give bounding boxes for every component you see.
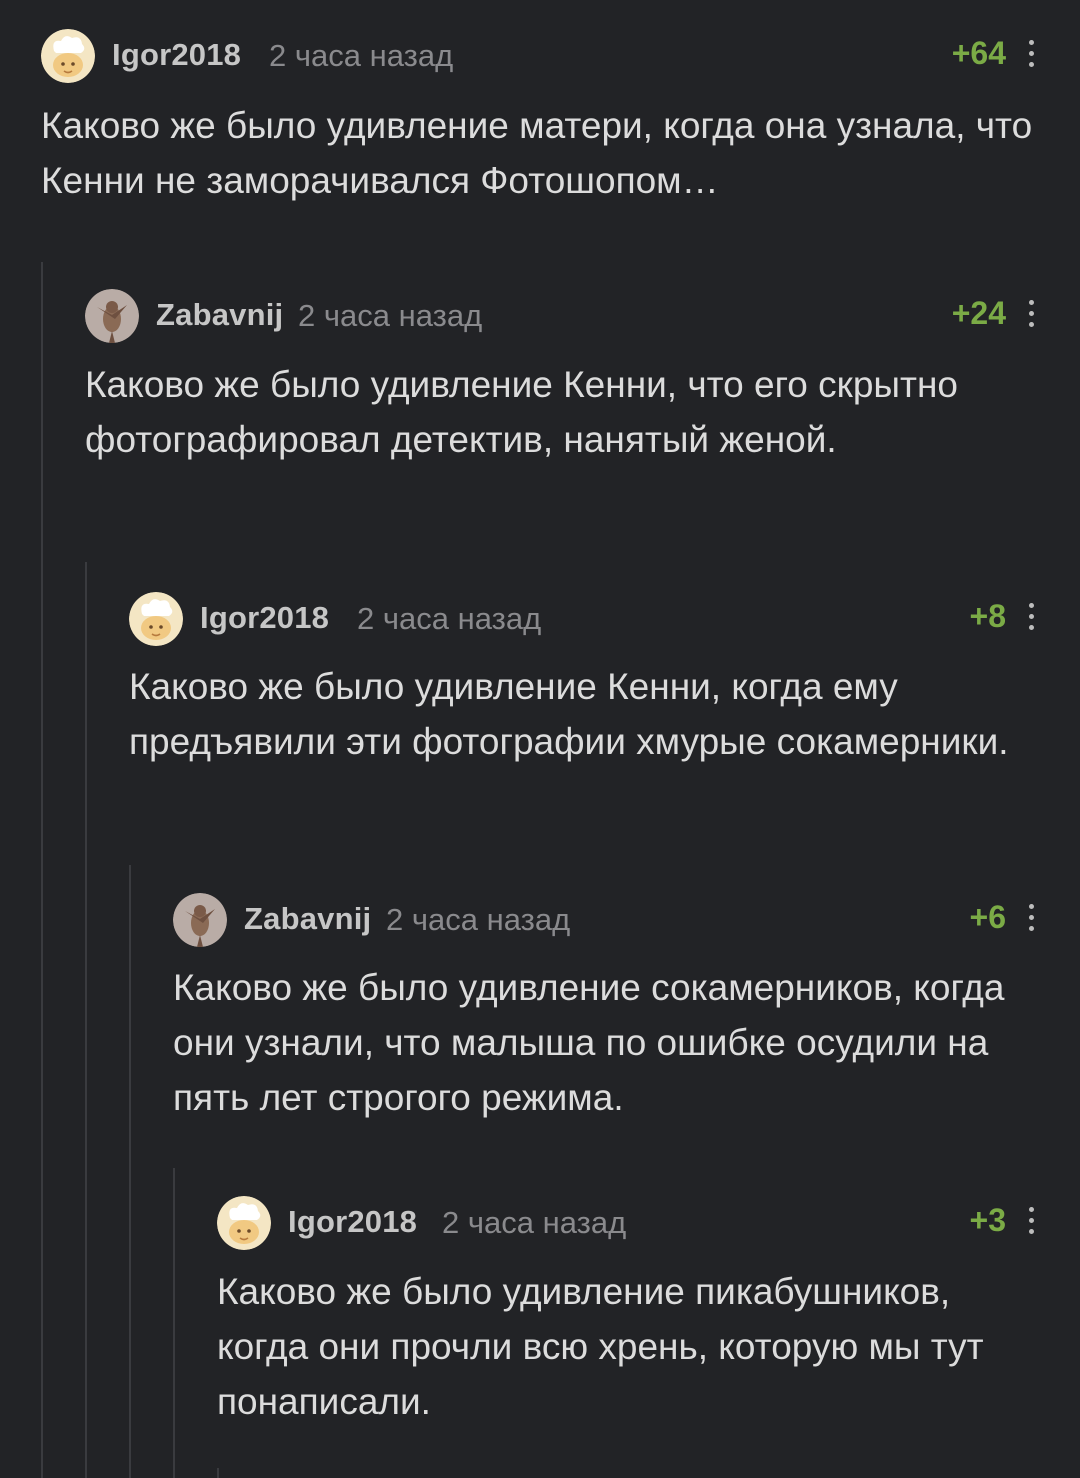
comment-author[interactable]: Zabavnij	[244, 901, 371, 937]
comment-rating: +6	[969, 899, 1006, 935]
comment-text: Каково же было удивление сокамерников, к…	[173, 967, 1005, 1118]
comment: Zabavnij 2 часа назад +24 Каково же было…	[85, 289, 1036, 467]
more-options-icon[interactable]	[1026, 299, 1036, 331]
comment-thread: Igor2018 2 часа назад +64 Каково же было…	[0, 0, 1080, 1478]
comment: Zabavnij 2 часа назад +6 Каково же было …	[173, 893, 1036, 1125]
comment-time: 2 часа назад	[386, 902, 571, 937]
thread-branch-line[interactable]	[41, 262, 43, 1478]
thread-branch-line[interactable]	[173, 1168, 175, 1478]
comment: Igor2018 2 часа назад +64 Каково же было…	[41, 29, 1036, 208]
comment-text: Каково же было удивление Кенни, что его …	[85, 364, 958, 460]
comment-rating: +8	[969, 598, 1006, 634]
comment-rating: +3	[969, 1202, 1006, 1238]
comment-text: Каково же было удивление Кенни, когда ем…	[129, 666, 1009, 762]
bird-avatar-icon[interactable]	[85, 289, 139, 343]
comment-header: Igor2018 2 часа назад +64	[41, 29, 1036, 85]
comment-rating: +64	[951, 35, 1006, 71]
comment-author[interactable]: Igor2018	[200, 600, 329, 636]
comment-author[interactable]: Zabavnij	[156, 297, 283, 333]
comment-time: 2 часа назад	[298, 298, 483, 333]
thread-branch-line[interactable]	[217, 1468, 219, 1478]
thread-branch-line[interactable]	[129, 865, 131, 1478]
comment-text: Каково же было удивление пикабушников, к…	[217, 1271, 984, 1422]
comment-time: 2 часа назад	[442, 1205, 627, 1240]
thread-branch-line[interactable]	[85, 562, 87, 1478]
bird-avatar-icon[interactable]	[173, 893, 227, 947]
comment-header: Zabavnij 2 часа назад +6	[173, 893, 1036, 949]
comment-text: Каково же было удивление матери, когда о…	[41, 105, 1033, 201]
more-options-icon[interactable]	[1026, 39, 1036, 71]
more-options-icon[interactable]	[1026, 903, 1036, 935]
comment: Igor2018 2 часа назад +3 Каково же было …	[217, 1196, 1036, 1429]
comment: Igor2018 2 часа назад +8 Каково же было …	[129, 592, 1036, 769]
comment-author[interactable]: Igor2018	[112, 37, 241, 73]
comment-rating: +24	[951, 295, 1006, 331]
comment-time: 2 часа назад	[357, 601, 542, 636]
more-options-icon[interactable]	[1026, 602, 1036, 634]
more-options-icon[interactable]	[1026, 1206, 1036, 1238]
chef-avatar-icon[interactable]	[41, 29, 95, 83]
chef-avatar-icon[interactable]	[217, 1196, 271, 1250]
comment-time: 2 часа назад	[269, 38, 454, 73]
comment-author[interactable]: Igor2018	[288, 1204, 417, 1240]
chef-avatar-icon[interactable]	[129, 592, 183, 646]
comment-header: Igor2018 2 часа назад +3	[217, 1196, 1036, 1252]
comment-header: Zabavnij 2 часа назад +24	[85, 289, 1036, 345]
comment-header: Igor2018 2 часа назад +8	[129, 592, 1036, 648]
